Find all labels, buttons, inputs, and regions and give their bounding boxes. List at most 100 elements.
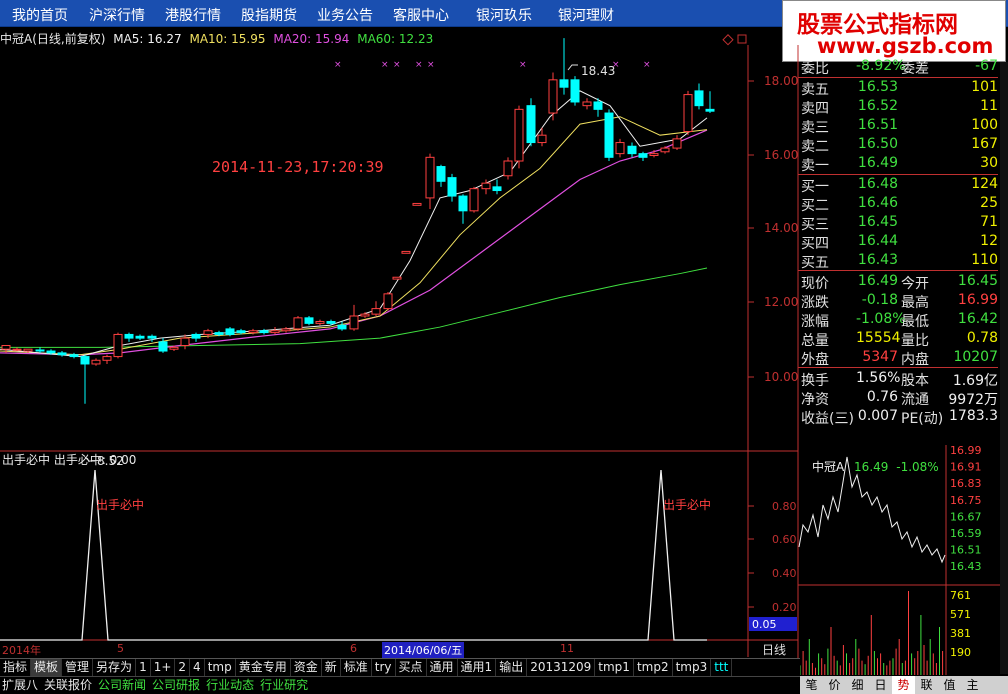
toolbar-tab-7[interactable]: 4 (190, 659, 205, 676)
candle-body (638, 153, 648, 158)
toolbar-tab-6[interactable]: 2 (175, 659, 191, 676)
view-tab-5[interactable]: 联 (915, 676, 938, 694)
indicator-axis-label: 0.20 (772, 601, 797, 614)
order-book-buy-5[interactable]: 买五 16.43 110 (798, 252, 1008, 271)
view-tab-4[interactable]: 势 (892, 676, 915, 694)
toolbar-tab-20[interactable]: tmp2 (634, 659, 673, 676)
view-tab-1[interactable]: 价 (823, 676, 846, 694)
buy-qty: 124 (971, 176, 998, 192)
toolbar-tab-16[interactable]: 通用1 (458, 659, 497, 676)
toolbar-tab-12[interactable]: 标准 (341, 659, 372, 676)
candle-body (169, 346, 179, 350)
diamond-icon[interactable] (722, 34, 734, 46)
quote-label: 总量 (801, 333, 829, 349)
sell-price: 16.49 (857, 155, 898, 171)
sell-qty: 101 (971, 79, 998, 95)
quote-label-2: 今开 (901, 276, 929, 292)
sell-price: 16.53 (857, 79, 898, 95)
menu-yinhe-jiule[interactable]: 银河玖乐 (476, 5, 532, 25)
order-book-sell-3[interactable]: 卖三 16.51 100 (798, 117, 1008, 136)
menu-sh-sz-market[interactable]: 沪深行情 (89, 5, 145, 25)
order-book-sell-2[interactable]: 卖二 16.50 167 (798, 136, 1008, 155)
mini-volume-bars (799, 591, 944, 675)
toolbar-tab-2[interactable]: 管理 (62, 659, 94, 676)
candle-body (537, 134, 547, 144)
date-month-11: 11 (560, 642, 574, 655)
sell-qty: 100 (971, 117, 998, 133)
toolbar-tab-9[interactable]: 黄金专用 (236, 659, 291, 676)
period-label[interactable]: 日线 (762, 643, 786, 657)
menu-hk-market[interactable]: 港股行情 (165, 5, 221, 25)
toolbar-tab-8[interactable]: tmp (205, 659, 236, 676)
toolbar-tab-18[interactable]: 20131209 (527, 659, 596, 676)
side-scroll-strip[interactable] (1000, 62, 1008, 674)
menu-home[interactable]: 我的首页 (12, 5, 68, 25)
buy-qty: 71 (980, 214, 998, 230)
order-book-buy-1[interactable]: 买一 16.48 124 (798, 176, 1008, 195)
menu-announcements[interactable]: 业务公告 (317, 5, 373, 25)
quote-stat-row: 现价 16.49 今开 16.45 (798, 273, 1008, 292)
view-tab-7[interactable]: 主 (961, 676, 984, 694)
label-weicha: 委差 (901, 61, 929, 77)
mini-volume-label: 571 (950, 608, 971, 621)
info-tab-2[interactable]: 公司新闻 (96, 677, 150, 694)
view-tab-2[interactable]: 细 (846, 676, 869, 694)
mini-volume-label: 381 (950, 627, 971, 640)
view-tab-6[interactable]: 值 (938, 676, 961, 694)
toolbar-tab-22[interactable]: ttt (711, 659, 733, 676)
buy-level-label: 买三 (801, 217, 829, 233)
toolbar-tab-15[interactable]: 通用 (427, 659, 458, 676)
toolbar-tab-10[interactable]: 资金 (291, 659, 322, 676)
candle-body (425, 156, 435, 199)
sell-price: 16.50 (857, 136, 898, 152)
toolbar-tab-17[interactable]: 输出 (496, 659, 528, 676)
menu-customer-service[interactable]: 客服中心 (393, 5, 449, 25)
high-price-label: 18.43 (581, 64, 615, 78)
info-tab-5[interactable]: 行业研究 (258, 677, 312, 694)
quote-label: 收益(三) (801, 411, 854, 427)
quote-value: -0.18 (861, 292, 898, 308)
quote-value-2: 1.69亿 (952, 373, 998, 389)
view-tab-3[interactable]: 日 (869, 676, 892, 694)
order-book-buy-3[interactable]: 买三 16.45 71 (798, 214, 1008, 233)
info-tab-3[interactable]: 公司研报 (150, 677, 204, 694)
info-tab-4[interactable]: 行业动态 (204, 677, 258, 694)
order-book-sell-1[interactable]: 卖一 16.49 30 (798, 155, 1008, 174)
candle-body (371, 308, 381, 315)
order-book-buy-4[interactable]: 买四 16.44 12 (798, 233, 1008, 252)
value-weibi: -8.92% (856, 58, 906, 74)
mini-price-label: 16.83 (950, 477, 982, 490)
sell-qty: 11 (980, 98, 998, 114)
toolbar-tab-1[interactable]: 模板 (31, 659, 63, 676)
candle-body (672, 138, 682, 149)
sell-level-label: 卖二 (801, 139, 829, 155)
toolbar-tab-5[interactable]: 1+ (151, 659, 176, 676)
toolbar-tab-4[interactable]: 1 (136, 659, 151, 676)
candle-body (683, 94, 693, 132)
maximize-icon[interactable] (737, 34, 747, 44)
order-book-buy-2[interactable]: 买二 16.46 25 (798, 195, 1008, 214)
candle-body (270, 330, 280, 334)
toolbar-tab-14[interactable]: 买点 (396, 659, 427, 676)
candle-body (214, 332, 224, 335)
toolbar-tab-3[interactable]: 另存为 (93, 659, 137, 676)
quote-value: -1.08% (856, 311, 906, 327)
right-view-tabs: 笔价细日势联值主 (800, 676, 1008, 694)
view-tab-0[interactable]: 笔 (800, 676, 823, 694)
toolbar-tab-21[interactable]: tmp3 (673, 659, 712, 676)
info-tab-1[interactable]: 关联报价 (42, 677, 96, 694)
menu-index-futures[interactable]: 股指期货 (241, 5, 297, 25)
order-book-sell-5[interactable]: 卖五 16.53 101 (798, 79, 1008, 98)
candle-body (349, 315, 359, 330)
toolbar-tab-19[interactable]: tmp1 (595, 659, 634, 676)
toolbar-tab-13[interactable]: try (372, 659, 396, 676)
toolbar-tab-0[interactable]: 指标 (0, 659, 32, 676)
candle-body (147, 335, 157, 339)
buy-level-label: 买五 (801, 255, 829, 271)
candle-body (593, 101, 603, 110)
info-tab-0[interactable]: 扩展八 (0, 677, 42, 694)
order-book-sell-4[interactable]: 卖四 16.52 11 (798, 98, 1008, 117)
menu-yinhe-finance[interactable]: 银河理财 (558, 5, 614, 25)
toolbar-tab-11[interactable]: 新 (322, 659, 341, 676)
candle-body (12, 348, 22, 351)
